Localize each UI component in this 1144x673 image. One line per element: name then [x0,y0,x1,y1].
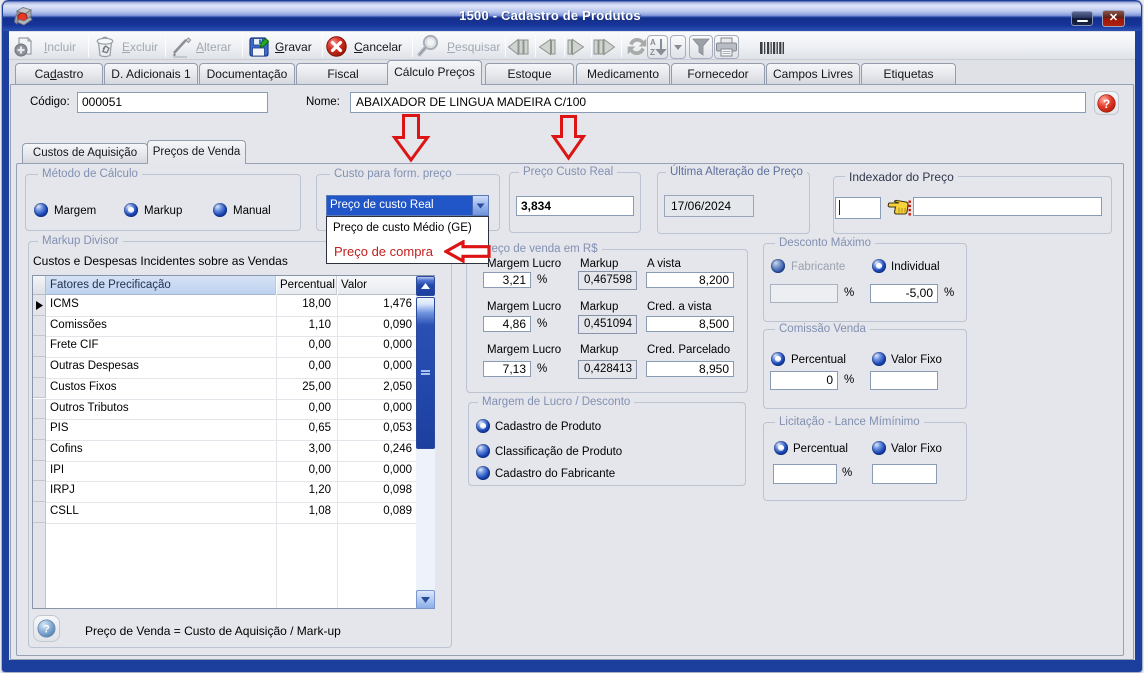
svg-text:?: ? [43,624,50,636]
svg-text:Z: Z [650,48,655,57]
svg-text:?: ? [1103,97,1110,111]
svg-text:A: A [650,38,656,47]
